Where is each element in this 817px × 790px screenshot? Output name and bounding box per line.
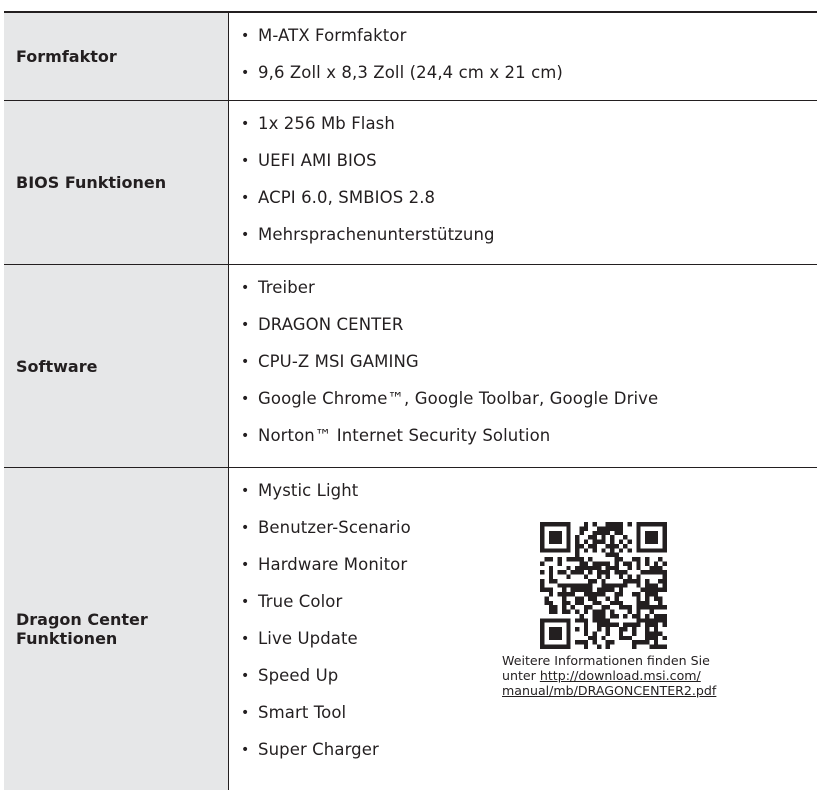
list-item-text: Mehrsprachenunterstützung [258,225,495,244]
list-item-text: Benutzer-Scenario [258,518,411,537]
list-item-text: Treiber [258,278,315,297]
list-item-text: Hardware Monitor [258,555,408,574]
spec-row-software: Software • Treiber • DRAGON CENTER • CPU-Z … [4,265,817,468]
bullet-icon: • [241,668,250,684]
spec-value: • 1x 256 Mb Flash • UEFI AMI BIOS • ACPI 6.… [229,101,817,264]
spec-row-dragon-center: Dragon Center Funktionen • Mystic Light •… [4,468,817,790]
bullet-icon: • [241,520,250,536]
list-item: • Norton™ Internet Security Solution [241,426,817,463]
spec-value: • M-ATX Formfaktor • 9,6 Zoll x 8,3 Zoll (… [229,13,817,100]
list-item-text: True Color [258,592,343,611]
list-item-text: Super Charger [258,740,379,759]
spec-label: Formfaktor [4,13,229,100]
list-item-text: M-ATX Formfaktor [258,26,407,45]
bullet-icon: • [241,428,250,444]
qr-caption: Weitere Informationen finden Sie unter h… [502,653,752,698]
download-link[interactable]: http://download.msi.com/ [540,668,701,683]
list-item-text: UEFI AMI BIOS [258,151,377,170]
bullet-icon: • [241,557,250,573]
list-item: • Mehrsprachenunterstützung [241,225,817,262]
spec-value: • Mystic Light • Benutzer-Scenario • Hardwa… [229,468,817,790]
bullet-icon: • [241,354,250,370]
spec-row-bios: BIOS Funktionen • 1x 256 Mb Flash • UEFI A… [4,101,817,265]
bullet-icon: • [241,190,250,206]
spec-label: Dragon Center Funktionen [4,468,229,790]
list-item-text: DRAGON CENTER [258,315,404,334]
spec-table: Formfaktor • M-ATX Formfaktor • 9,6 Zoll x… [4,11,817,790]
bullet-icon: • [241,28,250,44]
bullet-list: • 1x 256 Mb Flash • UEFI AMI BIOS • ACPI 6.… [241,114,817,262]
spec-row-formfaktor: Formfaktor • M-ATX Formfaktor • 9,6 Zoll x… [4,13,817,101]
download-link[interactable]: manual/mb/DRAGONCENTER2.pdf [502,683,716,698]
list-item: • DRAGON CENTER [241,315,817,352]
qr-caption-line: unter http://download.msi.com/ [502,668,752,683]
list-item-text: Smart Tool [258,703,347,722]
bullet-list: • M-ATX Formfaktor • 9,6 Zoll x 8,3 Zoll (… [241,26,817,100]
list-item: • Super Charger [241,740,817,777]
list-item: • CPU-Z MSI GAMING [241,352,817,389]
list-item: • Treiber [241,278,817,315]
list-item-text: ACPI 6.0, SMBIOS 2.8 [258,188,436,207]
bullet-icon: • [241,631,250,647]
bullet-icon: • [241,705,250,721]
list-item: • 9,6 Zoll x 8,3 Zoll (24,4 cm x 21 cm) [241,63,817,100]
bullet-icon: • [241,317,250,333]
bullet-icon: • [241,153,250,169]
list-item-text: Google Chrome™, Google Toolbar, Google D… [258,389,659,408]
spec-label: BIOS Funktionen [4,101,229,264]
bullet-icon: • [241,227,250,243]
bullet-icon: • [241,65,250,81]
spec-label: Software [4,265,229,467]
list-item: • Google Chrome™, Google Toolbar, Google … [241,389,817,426]
list-item: • M-ATX Formfaktor [241,26,817,63]
list-item: • ACPI 6.0, SMBIOS 2.8 [241,188,817,225]
list-item: • Mystic Light [241,481,817,518]
qr-caption-prefix: unter [502,668,540,683]
bullet-icon: • [241,391,250,407]
bullet-icon: • [241,594,250,610]
bullet-list: • Treiber • DRAGON CENTER • CPU-Z MSI GAMIN… [241,278,817,463]
qr-block: Weitere Informationen finden Sie unter h… [502,522,752,698]
list-item-text: Norton™ Internet Security Solution [258,426,551,445]
qr-caption-line: manual/mb/DRAGONCENTER2.pdf [502,683,752,698]
list-item-text: Speed Up [258,666,339,685]
bullet-icon: • [241,742,250,758]
list-item: • 1x 256 Mb Flash [241,114,817,151]
list-item-text: Mystic Light [258,481,359,500]
list-item: • UEFI AMI BIOS [241,151,817,188]
list-item: • Smart Tool [241,703,817,740]
qr-caption-line: Weitere Informationen finden Sie [502,653,710,668]
bullet-icon: • [241,280,250,296]
bullet-icon: • [241,483,250,499]
list-item-text: 9,6 Zoll x 8,3 Zoll (24,4 cm x 21 cm) [258,63,563,82]
bullet-icon: • [241,116,250,132]
list-item-text: CPU-Z MSI GAMING [258,352,419,371]
list-item-text: 1x 256 Mb Flash [258,114,395,133]
list-item-text: Live Update [258,629,358,648]
spec-value: • Treiber • DRAGON CENTER • CPU-Z MSI GAMIN… [229,265,817,467]
qr-code-icon [540,522,667,649]
